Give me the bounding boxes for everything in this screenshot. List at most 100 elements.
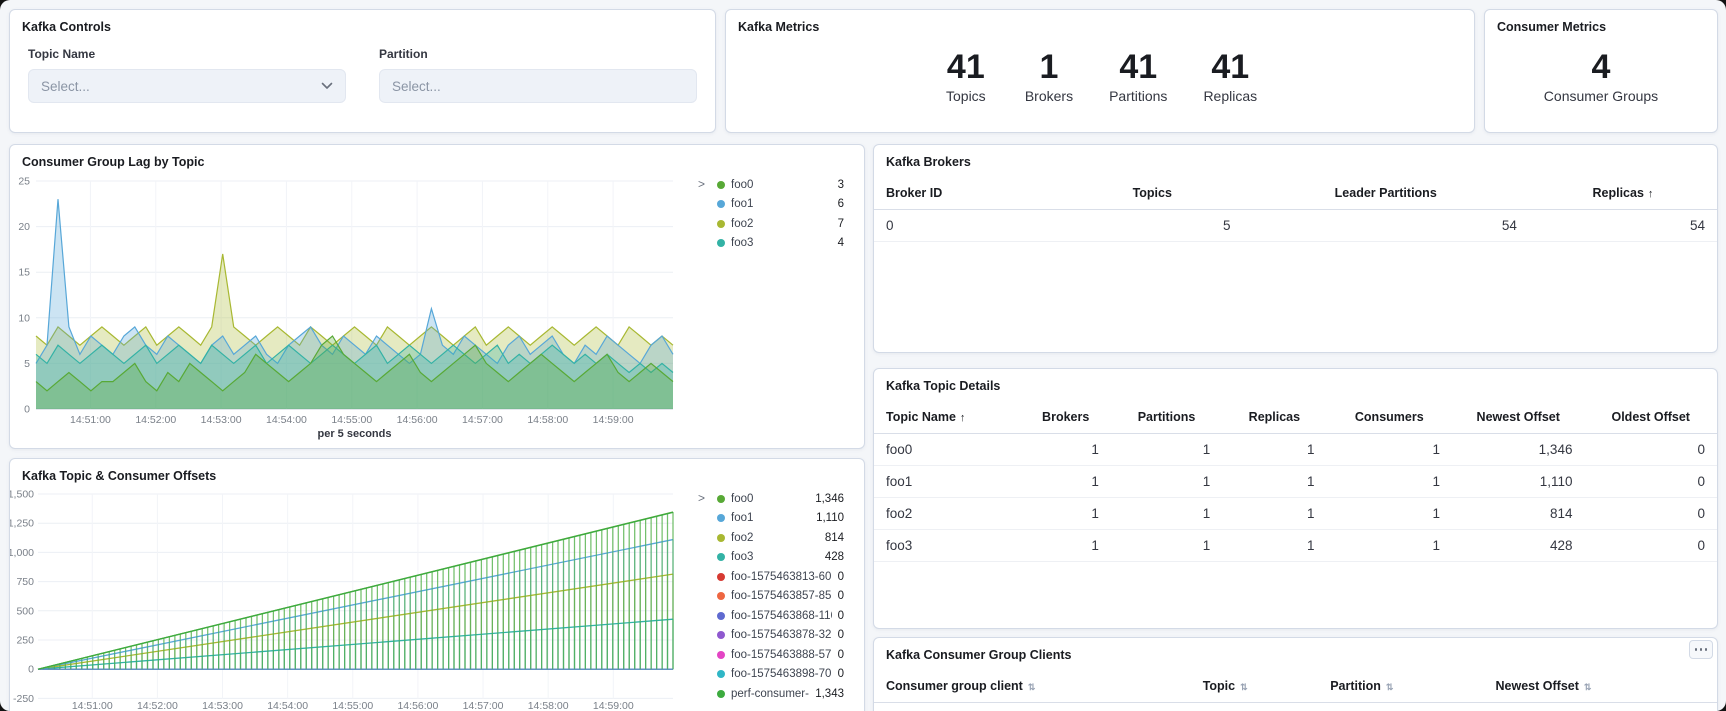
- legend-item[interactable]: foo-1575463868-116...0: [717, 606, 844, 626]
- legend-item[interactable]: foo01,346: [717, 489, 844, 509]
- axis-tick-label: 14:59:00: [593, 700, 634, 711]
- cell: 0: [874, 210, 1062, 242]
- cell: 0: [1584, 530, 1717, 562]
- series-topline-foo2: [38, 574, 673, 669]
- controls-row: Topic Name Select... Partition Select...: [10, 34, 715, 103]
- legend-dot-icon: [717, 612, 725, 620]
- cell: 1: [1327, 434, 1452, 466]
- legend-item[interactable]: foo34: [717, 234, 844, 254]
- series-topline-foo0: [38, 512, 673, 669]
- axis-tick-label: 14:52:00: [137, 700, 178, 711]
- axis-tick-label: 0: [24, 404, 30, 416]
- legend-dot-icon: [717, 534, 725, 542]
- legend-dot-icon: [717, 592, 725, 600]
- table-header-row: Consumer group client⇅Topic⇅Partition⇅Ne…: [874, 670, 1717, 703]
- series-line-foo1: [36, 199, 673, 363]
- legend-list: foo03foo16foo27foo34: [698, 175, 844, 253]
- legend-series-value: 0: [838, 649, 844, 661]
- legend-item[interactable]: foo11,110: [717, 509, 844, 529]
- legend-dot-icon: [717, 631, 725, 639]
- cell: 1: [1111, 466, 1222, 498]
- legend-series-value: 7: [838, 218, 844, 230]
- legend-collapse-chevron[interactable]: >: [698, 490, 705, 506]
- metric-value: 41: [1203, 48, 1257, 87]
- cell: 1: [1327, 498, 1452, 530]
- panel-options-button[interactable]: [1689, 640, 1713, 659]
- data-table: Topic Name↑BrokersPartitionsReplicasCons…: [874, 401, 1717, 562]
- axis-tick-label: 1,250: [10, 518, 34, 530]
- cell: 1: [1327, 466, 1452, 498]
- axis-tick-label: 750: [16, 576, 34, 588]
- legend-item[interactable]: foo16: [717, 195, 844, 215]
- cell: 1: [1327, 530, 1452, 562]
- data-table: Consumer group client⇅Topic⇅Partition⇅Ne…: [874, 670, 1717, 711]
- axis-tick-label: 0: [28, 664, 34, 676]
- cell: 54: [1243, 210, 1529, 242]
- series-line-foo2: [36, 254, 673, 345]
- legend-collapse-chevron[interactable]: >: [698, 176, 705, 192]
- column-header[interactable]: Replicas↑: [1529, 177, 1717, 210]
- metric-label: Topics: [943, 88, 989, 104]
- cell: foo3: [874, 530, 1021, 562]
- legend-item[interactable]: foo3428: [717, 548, 844, 568]
- partition-label: Partition: [379, 47, 697, 61]
- data-table: Broker IDTopicsLeader PartitionsReplicas…: [874, 177, 1717, 242]
- cell: 54: [1529, 210, 1717, 242]
- legend-item[interactable]: perf-consumer-...1,343: [717, 684, 844, 704]
- legend-item[interactable]: foo-1575463888-57...0: [717, 645, 844, 665]
- legend-series-value: 6: [838, 198, 844, 210]
- legend-series-name: foo2: [731, 532, 819, 544]
- topic-name-label: Topic Name: [28, 47, 346, 61]
- column-header: Partitions: [1111, 401, 1222, 434]
- metric-label: Partitions: [1109, 88, 1167, 104]
- legend-list: foo01,346foo11,110foo2814foo3428foo-1575…: [698, 489, 844, 704]
- cell: 1: [1111, 498, 1222, 530]
- cell: 814: [1452, 498, 1584, 530]
- offsets-chart-legend: > foo01,346foo11,110foo2814foo3428foo-15…: [698, 489, 844, 704]
- legend-item[interactable]: foo27: [717, 214, 844, 234]
- axis-tick-label: 14:53:00: [201, 414, 242, 426]
- lag-chart: 051015202514:51:0014:52:0014:53:0014:54:…: [10, 171, 694, 443]
- panel-title: Kafka Topic & Consumer Offsets: [10, 459, 864, 483]
- axis-tick-label: 14:54:00: [267, 700, 308, 711]
- legend-item[interactable]: foo-1575463857-85...0: [717, 587, 844, 607]
- axis-tick-label: 25: [18, 176, 30, 188]
- legend-series-name: foo3: [731, 237, 832, 249]
- legend-dot-icon: [717, 651, 725, 659]
- legend-series-name: foo-1575463868-116...: [731, 610, 832, 622]
- legend-series-value: 1,110: [816, 512, 844, 524]
- cell: 1: [1021, 530, 1111, 562]
- legend-item[interactable]: foo-1575463898-70...0: [717, 665, 844, 685]
- legend-item[interactable]: foo2814: [717, 528, 844, 548]
- column-header[interactable]: Consumer group client⇅: [874, 670, 1191, 703]
- column-header[interactable]: Newest Offset⇅: [1484, 670, 1717, 703]
- axis-tick-label: 10: [18, 312, 30, 324]
- legend-series-value: 428: [825, 551, 844, 563]
- axis-tick-label: 14:58:00: [528, 700, 569, 711]
- legend-item[interactable]: foo-1575463878-32...0: [717, 626, 844, 646]
- series-topline-perf-consumer-...: [38, 512, 673, 669]
- legend-dot-icon: [717, 200, 725, 208]
- legend-item[interactable]: foo-1575463813-60...0: [717, 567, 844, 587]
- panel-consumer-metrics: Consumer Metrics 4Consumer Groups: [1484, 9, 1718, 133]
- legend-item[interactable]: foo03: [717, 175, 844, 195]
- column-header[interactable]: Partition⇅: [1318, 670, 1483, 703]
- metric-label: Replicas: [1203, 88, 1257, 104]
- legend-series-value: 1,343: [815, 688, 844, 700]
- axis-tick-label: 14:57:00: [462, 414, 503, 426]
- cell: 1: [1021, 434, 1111, 466]
- brokers-table: Broker IDTopicsLeader PartitionsReplicas…: [874, 177, 1717, 242]
- legend-series-name: foo-1575463857-85...: [731, 590, 832, 602]
- column-header: Broker ID: [874, 177, 1062, 210]
- column-header[interactable]: Topic⇅: [1191, 670, 1319, 703]
- series-bars-perf-consumer-...: [44, 512, 674, 669]
- axis-tick-label: 15: [18, 267, 30, 279]
- topic-name-select[interactable]: Select...: [28, 69, 346, 103]
- offsets-chart: 1,5001,2501,0007505002500-25014:51:0014:…: [10, 485, 694, 711]
- cell: consumer-1: [874, 703, 1191, 711]
- panel-consumer-group-clients: Kafka Consumer Group Clients Consumer gr…: [873, 637, 1718, 711]
- topic-name-placeholder: Select...: [41, 79, 90, 94]
- column-header[interactable]: Topic Name↑: [874, 401, 1021, 434]
- partition-select[interactable]: Select...: [379, 69, 697, 103]
- cell: 1: [1021, 498, 1111, 530]
